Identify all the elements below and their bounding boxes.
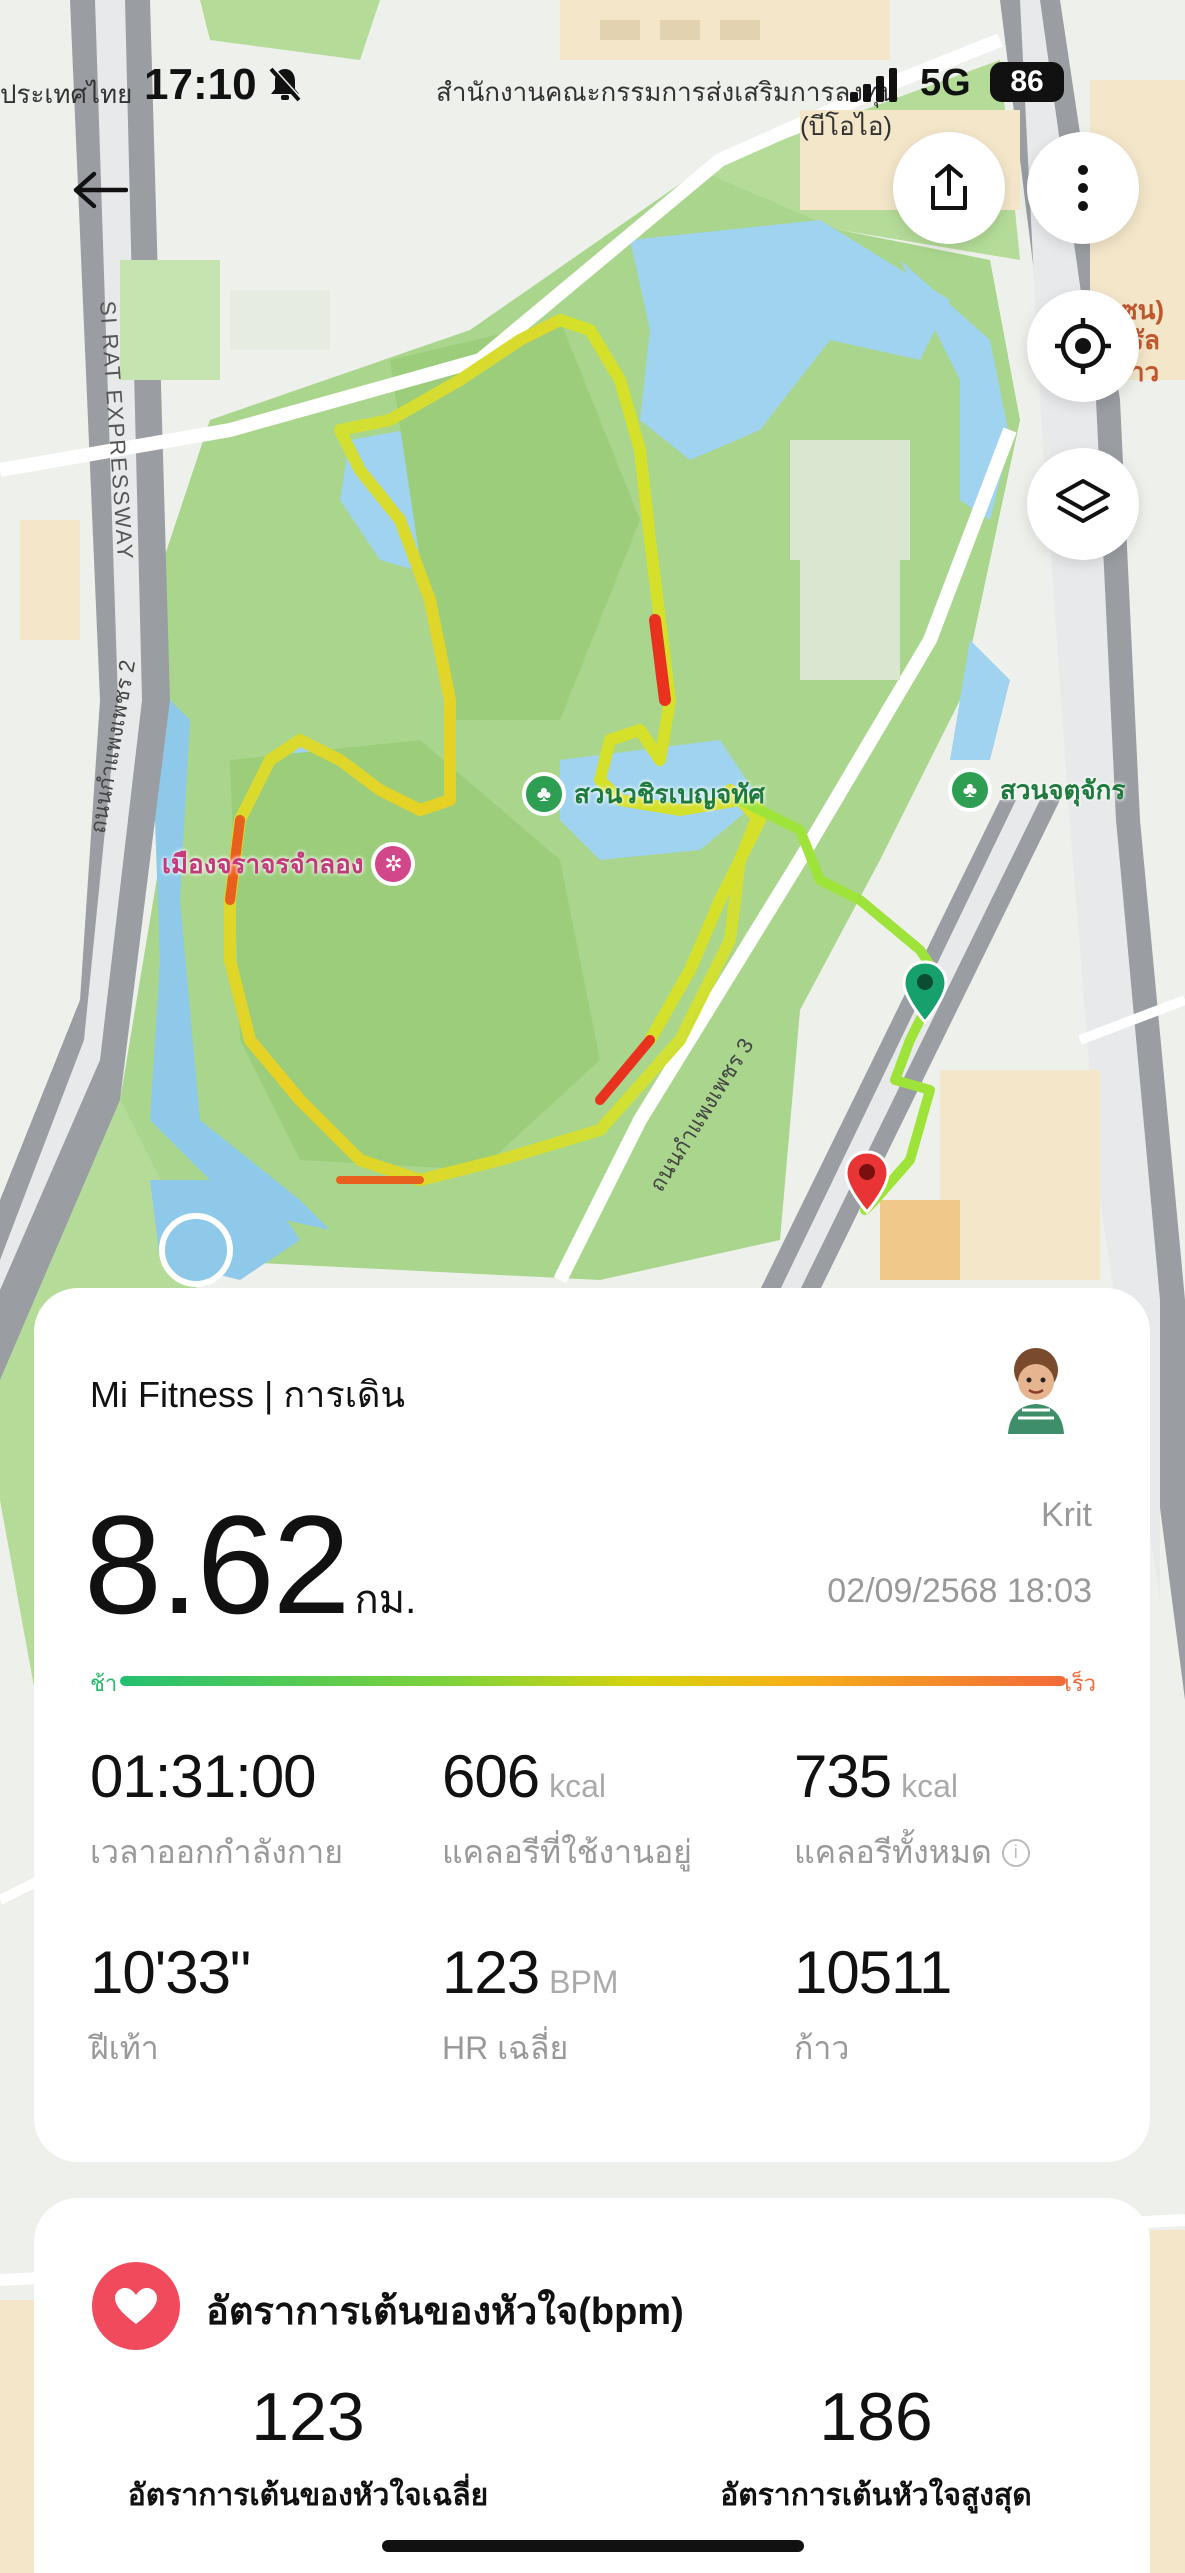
hr-max-value: 186: [819, 2379, 933, 2455]
stat-pace: 10'33" ฝีเท้า: [90, 1938, 420, 2074]
status-bar: ประเทศไทย 17:10 สำนักงานคณะกรรมการส่งเสร…: [0, 60, 1185, 110]
distance-display: 8.62 กม.: [84, 1484, 416, 1646]
start-pin-icon: [902, 960, 948, 1025]
speed-gradient-bar: [120, 1676, 1066, 1686]
stat-unit: BPM: [549, 1964, 619, 2000]
tree-icon: ♣: [948, 768, 992, 812]
poi-wachirabenchathat-park[interactable]: ♣ สวนวชิรเบญจทัศ: [522, 772, 765, 816]
poi-label: เมืองจราจรจำลอง: [162, 848, 364, 879]
share-icon: [931, 164, 967, 210]
map-label-boi-office: สำนักงานคณะกรรมการส่งเสริมการลงทุน: [436, 77, 898, 107]
map-canvas: [0, 0, 1185, 2573]
ferris-wheel-icon: ✲: [371, 842, 416, 886]
stat-total-calories: 735 kcal แคลอรีทั้งหมด i: [794, 1742, 1124, 1878]
workout-summary-card: Mi Fitness | การเดิน Krit 8.62 กม. 02/09…: [34, 1288, 1150, 2162]
stat-unit: kcal: [549, 1768, 607, 1804]
hr-average-label: อัตราการเต้นของหัวใจเฉลี่ย: [127, 2479, 489, 2512]
battery-indicator: 86: [990, 62, 1064, 102]
stat-unit: kcal: [901, 1768, 959, 1804]
info-icon[interactable]: i: [1001, 1838, 1030, 1867]
share-button[interactable]: [893, 132, 1005, 244]
heart-rate-card[interactable]: อัตราการเต้นของหัวใจ(bpm) 123 อัตราการเต…: [34, 2198, 1150, 2573]
map-label-thailand: ประเทศไทย: [0, 79, 133, 109]
locate-icon: [1055, 318, 1111, 374]
workout-title: Mi Fitness | การเดิน: [90, 1374, 406, 1415]
network-type: 5G: [920, 62, 971, 104]
stat-label: ก้าว: [794, 2030, 850, 2066]
poi-label: สวนวชิรเบญจทัศ: [574, 778, 765, 809]
stat-label: แคลอรีทั้งหมด: [794, 1834, 992, 1870]
stat-duration: 01:31:00 เวลาออกกำลังกาย: [90, 1742, 420, 1878]
more-button[interactable]: [1027, 132, 1139, 244]
stat-label: HR เฉลี่ย: [442, 2030, 569, 2066]
stat-value: 606: [442, 1743, 540, 1810]
avatar[interactable]: [996, 1344, 1076, 1434]
locate-button[interactable]: [1027, 290, 1139, 402]
user-name: Krit: [1041, 1496, 1092, 1534]
end-pin-icon: [844, 1150, 890, 1215]
hr-average: 123 อัตราการเต้นของหัวใจเฉลี่ย: [88, 2378, 528, 2519]
bell-off-icon: [268, 66, 302, 111]
stat-label: ฝีเท้า: [90, 2030, 159, 2066]
stat-label: แคลอรีที่ใช้งานอยู่: [442, 1834, 692, 1870]
back-button[interactable]: [60, 150, 140, 230]
speed-legend: ช้า เร็ว: [90, 1666, 1096, 1696]
status-time: 17:10: [144, 60, 257, 109]
stat-avg-hr: 123 BPM HR เฉลี่ย: [442, 1938, 772, 2074]
route-map[interactable]: SI RAT EXPRESSWAY ถนนกำแพงเพชร 2 ถนนกำแพ…: [0, 0, 1185, 2573]
layers-icon: [1056, 479, 1110, 523]
tree-icon: ♣: [522, 772, 566, 816]
poi-chatuchak-park[interactable]: ♣ สวนจตุจักร: [948, 768, 1125, 812]
distance-unit: กม.: [354, 1578, 417, 1622]
stat-label: เวลาออกกำลังกาย: [90, 1834, 343, 1870]
stat-value: 01:31:00: [90, 1743, 317, 1810]
hr-average-value: 123: [251, 2379, 365, 2455]
stat-value: 735: [794, 1743, 892, 1810]
heart-rate-title: อัตราการเต้นของหัวใจ(bpm): [206, 2291, 684, 2333]
back-arrow-icon: [73, 171, 128, 209]
signal-icon: [850, 68, 897, 102]
speed-slow-label: ช้า: [90, 1671, 118, 1696]
home-indicator[interactable]: [382, 2540, 804, 2552]
stat-value: 123: [442, 1939, 540, 2006]
stat-value: 10'33": [90, 1939, 251, 2006]
distance-value: 8.62: [84, 1486, 350, 1643]
hr-max: 186 อัตราการเต้นหัวใจสูงสุด: [656, 2378, 1096, 2519]
speed-fast-label: เร็ว: [1064, 1671, 1096, 1696]
poi-label: สวนจตุจักร: [1000, 774, 1126, 805]
workout-datetime: 02/09/2568 18:03: [827, 1572, 1092, 1610]
heart-icon: [92, 2262, 180, 2350]
map-layers-button[interactable]: [1027, 448, 1139, 560]
stat-steps: 10511 ก้าว: [794, 1938, 1124, 2074]
more-icon: [1078, 165, 1088, 211]
poi-traffic-town[interactable]: ✲ เมืองจราจรจำลอง: [162, 842, 416, 886]
hr-max-label: อัตราการเต้นหัวใจสูงสุด: [720, 2479, 1032, 2512]
stat-active-calories: 606 kcal แคลอรีที่ใช้งานอยู่: [442, 1742, 772, 1878]
stat-value: 10511: [794, 1939, 952, 2006]
